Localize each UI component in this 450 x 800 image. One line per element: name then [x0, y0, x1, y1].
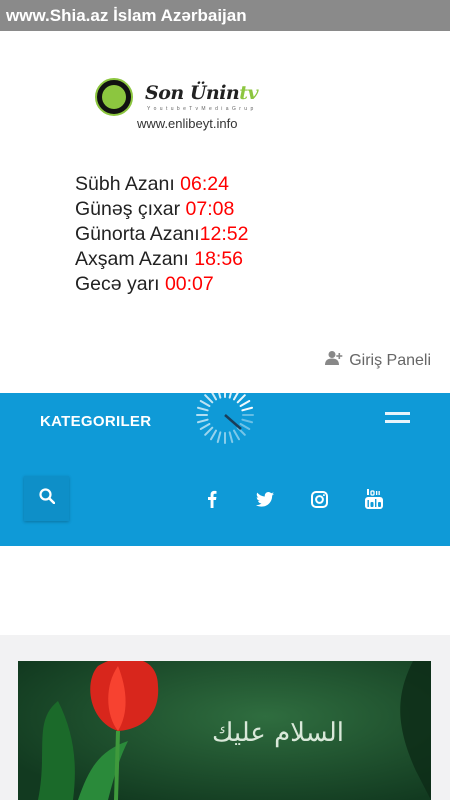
prayer-row: Sübh Azanı 06:24	[75, 173, 229, 195]
logo-brand-text: Son Ünintv	[145, 82, 259, 104]
categories-button[interactable]: KATEGORILER	[40, 413, 151, 430]
prayer-row: Axşam Azanı 18:56	[75, 248, 244, 270]
logo-url: www.enlibeyt.info	[137, 116, 238, 131]
search-button[interactable]	[24, 476, 69, 521]
youtube-icon[interactable]	[364, 489, 384, 509]
featured-image[interactable]: السلام عليك	[18, 661, 431, 800]
loading-spinner-icon	[195, 385, 255, 445]
prayer-times-list: Sübh Azanı 06:24 Günəş çıxar 07:08 Günor…	[75, 172, 248, 297]
twitter-icon[interactable]	[255, 489, 275, 509]
navigation-band: KATEGORILER	[0, 386, 450, 546]
prayer-row: Günorta Azanı12:52	[75, 223, 249, 245]
site-logo[interactable]: Son Ünintv Y o u t u b e T v M e d i a G…	[95, 78, 259, 133]
login-panel-link[interactable]: Giriş Paneli	[325, 350, 431, 371]
instagram-icon[interactable]	[309, 489, 329, 509]
arabic-calligraphy: السلام عليك	[212, 718, 344, 748]
prayer-row: Gecə yarı 00:07	[75, 273, 214, 295]
prayer-row: Günəş çıxar 07:08	[75, 198, 235, 220]
user-add-icon	[325, 350, 343, 371]
search-icon	[38, 488, 55, 509]
window-title-bar: www.Shia.az İslam Azərbaijan	[0, 0, 450, 31]
hamburger-menu-icon[interactable]	[385, 412, 410, 428]
logo-badge	[95, 78, 133, 116]
login-label: Giriş Paneli	[349, 351, 431, 369]
facebook-icon[interactable]	[202, 489, 222, 509]
logo-tagline: Y o u t u b e T v M e d i a G r u p	[147, 106, 255, 112]
